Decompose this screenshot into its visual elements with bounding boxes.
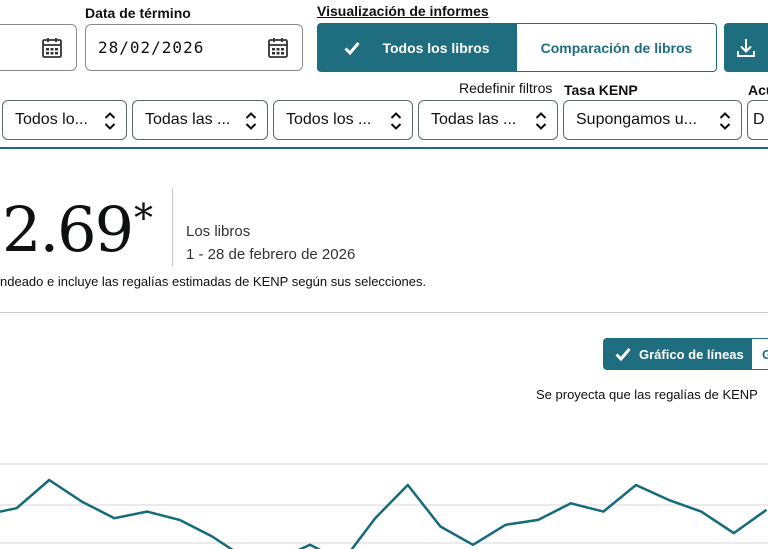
updown-chevron-icon bbox=[390, 112, 402, 130]
royalty-line-chart bbox=[0, 463, 768, 549]
other-chart-toggle-label: G bbox=[762, 346, 768, 362]
filter-dropdown-3-value: Todos los ... bbox=[286, 111, 372, 128]
start-date-field[interactable] bbox=[0, 24, 77, 71]
summary-note: ndeado e incluye las regalías estimadas … bbox=[0, 274, 427, 289]
accumulated-label: Acu bbox=[748, 82, 768, 98]
check-icon bbox=[344, 41, 361, 55]
other-chart-toggle[interactable]: G bbox=[751, 338, 768, 370]
updown-chevron-icon bbox=[535, 112, 547, 130]
filter-dropdown-3[interactable]: Todos los ... bbox=[273, 100, 413, 140]
calendar-icon[interactable] bbox=[267, 37, 289, 59]
royalty-total-value: 2.69 bbox=[2, 193, 134, 266]
summary-date-range: 1 - 28 de febrero de 2026 bbox=[186, 246, 356, 263]
summary-divider bbox=[172, 188, 173, 266]
accumulated-dropdown[interactable]: D bbox=[747, 100, 768, 140]
end-date-label: Data de término bbox=[85, 5, 191, 21]
section-divider-gray bbox=[0, 312, 768, 313]
tab-compare-books-label: Comparación de libros bbox=[540, 39, 693, 56]
chart-series-line bbox=[0, 478, 768, 549]
reset-filters-link[interactable]: Redefinir filtros bbox=[459, 80, 552, 96]
royalty-total-asterisk: * bbox=[134, 196, 153, 240]
calendar-icon[interactable] bbox=[41, 37, 63, 59]
updown-chevron-icon bbox=[245, 112, 257, 130]
summary-books-label: Los libros bbox=[186, 223, 251, 240]
updown-chevron-icon bbox=[104, 112, 116, 130]
kenp-rate-dropdown-value: Supongamos u... bbox=[576, 111, 697, 128]
filter-dropdown-1[interactable]: Todos lo... bbox=[2, 100, 127, 140]
tab-compare-books[interactable]: Comparación de libros bbox=[517, 23, 717, 72]
tab-all-books[interactable]: Todos los libros bbox=[317, 23, 517, 72]
tab-all-books-label: Todos los libros bbox=[382, 39, 490, 56]
check-icon bbox=[615, 348, 631, 361]
filter-dropdown-4-value: Todas las ... bbox=[431, 111, 517, 128]
download-icon bbox=[737, 39, 755, 57]
filter-dropdown-4[interactable]: Todas las ... bbox=[418, 100, 558, 140]
line-chart-toggle-label: Gráfico de líneas bbox=[639, 346, 744, 362]
filter-dropdown-2[interactable]: Todas las ... bbox=[132, 100, 268, 140]
end-date-field[interactable]: 28/02/2026 bbox=[85, 24, 303, 71]
section-divider bbox=[0, 147, 768, 149]
line-chart-toggle[interactable]: Gráfico de líneas bbox=[603, 338, 751, 370]
projection-note: Se proyecta que las regalías de KENP bbox=[536, 387, 758, 402]
end-date-value[interactable]: 28/02/2026 bbox=[98, 38, 204, 57]
download-button[interactable] bbox=[724, 23, 768, 72]
kenp-rate-label: Tasa KENP bbox=[564, 82, 638, 98]
filter-dropdown-2-value: Todas las ... bbox=[145, 111, 231, 128]
report-view-label: Visualización de informes bbox=[317, 3, 489, 19]
filter-dropdown-1-value: Todos lo... bbox=[15, 111, 88, 128]
kenp-rate-dropdown[interactable]: Supongamos u... bbox=[563, 100, 742, 140]
accumulated-dropdown-value: D bbox=[753, 111, 765, 128]
updown-chevron-icon bbox=[719, 112, 731, 130]
